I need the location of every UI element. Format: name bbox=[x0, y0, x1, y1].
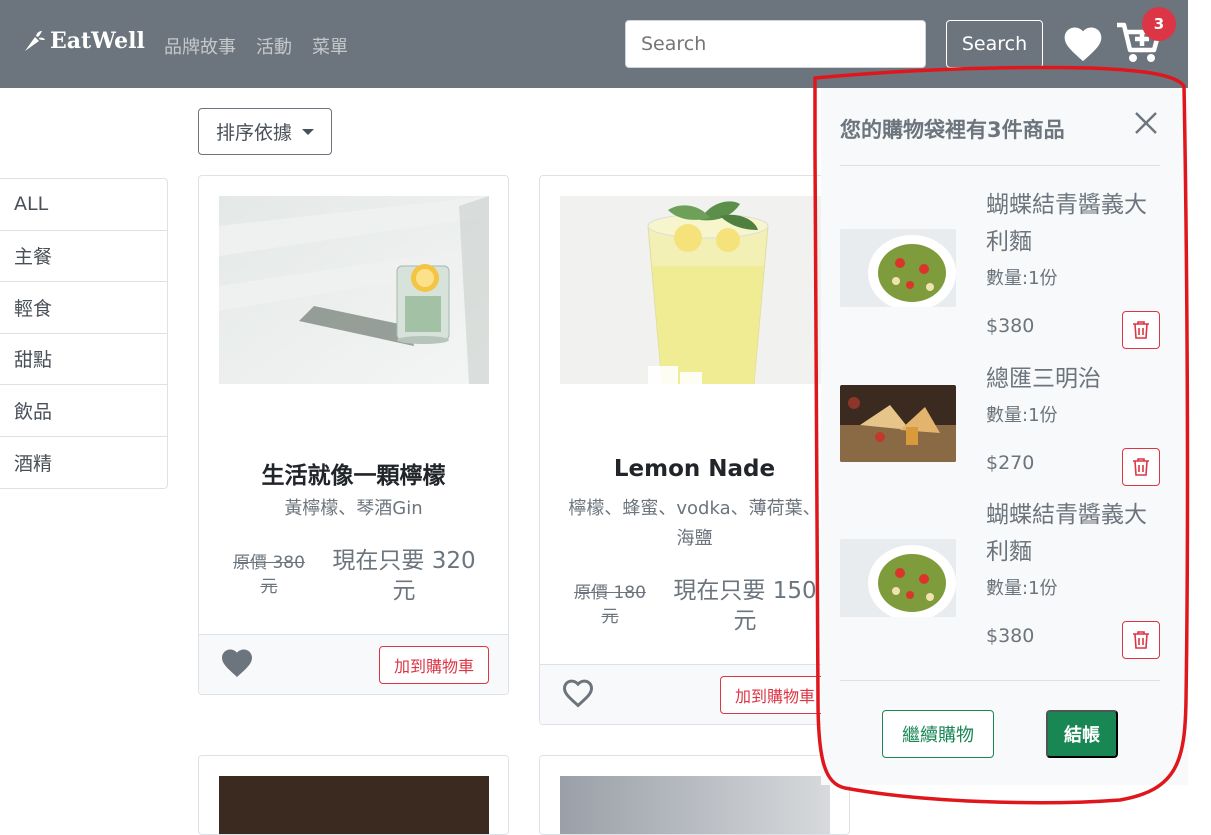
sort-dropdown-button[interactable]: 排序依據 bbox=[198, 108, 332, 155]
product-image bbox=[219, 776, 489, 834]
category-all[interactable]: ALL bbox=[0, 179, 167, 231]
cart-item-name: 蝴蝶結青醬義大利麵 bbox=[986, 192, 1147, 255]
original-price: 原價 380 元 bbox=[233, 553, 305, 597]
close-icon[interactable] bbox=[1133, 110, 1159, 136]
category-list: ALL 主餐 輕食 甜點 飲品 酒精 bbox=[0, 178, 168, 489]
cart-item-quantity: 數量:1份 bbox=[986, 405, 1058, 426]
category-main[interactable]: 主餐 bbox=[0, 231, 167, 282]
checkout-button[interactable]: 結帳 bbox=[1046, 710, 1118, 758]
product-description: 檸檬、蜂蜜、vodka、薄荷葉、海鹽 bbox=[568, 498, 821, 549]
product-card: 生活就像一顆檸檬 黃檸檬、琴酒Gin 原價 380 元 現在只要 320 元 加… bbox=[198, 175, 509, 695]
remove-item-button[interactable] bbox=[1122, 621, 1160, 659]
category-light[interactable]: 輕食 bbox=[0, 282, 167, 334]
cart-item-image bbox=[840, 539, 956, 617]
card-footer: 加到購物車 bbox=[199, 634, 508, 694]
cart-item-name: 蝴蝶結青醬義大利麵 bbox=[986, 502, 1147, 565]
carrot-icon bbox=[25, 31, 45, 51]
remove-item-button[interactable] bbox=[1122, 311, 1160, 349]
category-drinks[interactable]: 飲品 bbox=[0, 385, 167, 437]
trash-icon bbox=[1133, 321, 1149, 339]
cart-item-price: $270 bbox=[986, 452, 1035, 474]
nav-link-events[interactable]: 活動 bbox=[256, 33, 292, 59]
navbar: EatWell 品牌故事 活動 菜單 Search bbox=[0, 0, 1188, 88]
caret-down-icon bbox=[302, 128, 314, 135]
add-to-cart-button[interactable]: 加到購物車 bbox=[720, 676, 830, 714]
sort-label: 排序依據 bbox=[215, 122, 292, 144]
cart-count-badge: 3 bbox=[1142, 7, 1176, 41]
cart-dropdown-panel: 您的購物袋裡有3件商品 蝴蝶結青醬義大利麵 數量:1份 $380 總匯三明治 數… bbox=[821, 88, 1188, 785]
divider bbox=[840, 680, 1160, 681]
trash-icon bbox=[1133, 458, 1149, 476]
original-price: 原價 180 元 bbox=[574, 583, 646, 627]
product-card bbox=[198, 755, 509, 835]
nav-link-story[interactable]: 品牌故事 bbox=[164, 33, 236, 59]
product-card: Lemon Nade 檸檬、蜂蜜、vodka、薄荷葉、海鹽 原價 180 元 現… bbox=[539, 175, 850, 725]
heart-outline-icon[interactable] bbox=[560, 675, 596, 711]
product-title: 生活就像一顆檸檬 bbox=[261, 463, 446, 489]
brand-name: EatWell bbox=[50, 28, 145, 54]
product-image bbox=[219, 196, 489, 384]
brand-logo[interactable]: EatWell bbox=[22, 28, 145, 54]
product-title: Lemon Nade bbox=[613, 456, 776, 482]
product-description: 黃檸檬、琴酒Gin bbox=[284, 498, 423, 519]
add-to-cart-button[interactable]: 加到購物車 bbox=[379, 646, 489, 684]
remove-item-button[interactable] bbox=[1122, 448, 1160, 486]
trash-icon bbox=[1133, 631, 1149, 649]
card-footer: 加到購物車 bbox=[540, 664, 849, 724]
cart-panel-title: 您的購物袋裡有3件商品 bbox=[840, 118, 1065, 142]
divider bbox=[840, 165, 1160, 166]
cart-item-image bbox=[840, 385, 956, 462]
category-dessert[interactable]: 甜點 bbox=[0, 334, 167, 385]
nav-link-menu[interactable]: 菜單 bbox=[312, 33, 348, 59]
nav-links: 品牌故事 活動 菜單 bbox=[164, 33, 348, 59]
product-image bbox=[560, 776, 830, 834]
product-card bbox=[539, 755, 850, 835]
product-image bbox=[560, 196, 830, 384]
cart-item-image bbox=[840, 229, 956, 307]
heart-filled-icon[interactable] bbox=[219, 645, 255, 681]
cart-item-quantity: 數量:1份 bbox=[986, 578, 1058, 599]
category-alcohol[interactable]: 酒精 bbox=[0, 437, 167, 489]
cart-item-price: $380 bbox=[986, 625, 1035, 647]
sale-price: 現在只要 150 元 bbox=[673, 578, 817, 634]
continue-shopping-button[interactable]: 繼續購物 bbox=[882, 710, 994, 758]
sale-price: 現在只要 320 元 bbox=[332, 548, 476, 604]
cart-item-name: 總匯三明治 bbox=[986, 366, 1101, 392]
search-button[interactable]: Search bbox=[946, 20, 1043, 68]
search-input[interactable] bbox=[625, 20, 926, 68]
cart-item-quantity: 數量:1份 bbox=[986, 268, 1058, 289]
heart-icon[interactable] bbox=[1061, 22, 1105, 66]
cart-item-price: $380 bbox=[986, 315, 1035, 337]
